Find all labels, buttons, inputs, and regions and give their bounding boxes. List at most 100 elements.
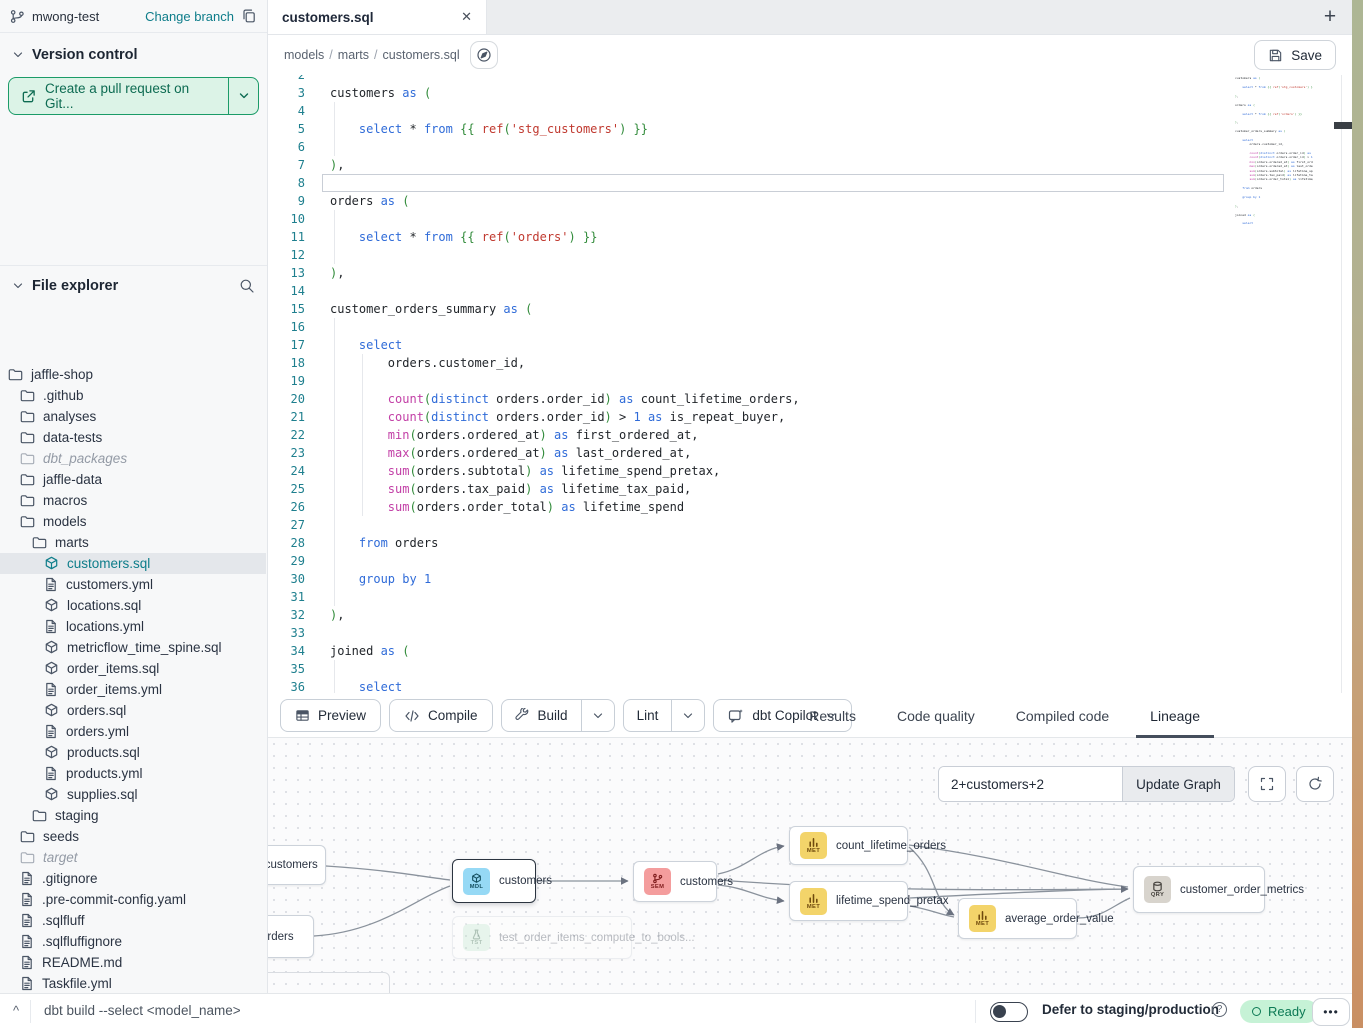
tree-item-data-tests[interactable]: data-tests [0, 427, 266, 448]
tree-item-models[interactable]: models [0, 511, 266, 532]
code-line-23[interactable]: 23 max(orders.ordered_at) as last_ordere… [268, 444, 800, 462]
code-editor[interactable]: 23customers as (45 select * from {{ ref(… [268, 75, 1352, 693]
create-pull-request-button[interactable]: Create a pull request on Git... [8, 77, 259, 115]
breadcrumb-item[interactable]: marts [338, 48, 369, 62]
tree-item-seeds[interactable]: seeds [0, 826, 266, 847]
new-tab-button[interactable]: + [1308, 0, 1352, 34]
tree-item-macros[interactable]: macros [0, 490, 266, 511]
code-line-21[interactable]: 21 count(distinct orders.order_id) > 1 a… [268, 408, 800, 426]
code-line-3[interactable]: 3customers as ( [268, 84, 800, 102]
tree-item-jaffle-shop[interactable]: jaffle-shop [0, 364, 266, 385]
expand-command-bar-button[interactable]: ^ [6, 1003, 26, 1021]
tree-item-metricflow-time-spine-sql[interactable]: metricflow_time_spine.sql [0, 637, 266, 658]
code-line-30[interactable]: 30 group by 1 [268, 570, 800, 588]
code-line-25[interactable]: 25 sum(orders.tax_paid) as lifetime_tax_… [268, 480, 800, 498]
code-line-11[interactable]: 11 select * from {{ ref('orders') }} [268, 228, 800, 246]
lineage-node-average_order_value[interactable]: METaverage_order_value [958, 898, 1077, 939]
save-button[interactable]: Save [1254, 40, 1336, 70]
tree-item-analyses[interactable]: analyses [0, 406, 266, 427]
panel-tab-compiled-code[interactable]: Compiled code [1014, 693, 1111, 738]
code-line-29[interactable]: 29 [268, 552, 800, 570]
code-line-31[interactable]: 31 [268, 588, 800, 606]
lineage-node-lifetime_spend_pretax[interactable]: METlifetime_spend_pretax [789, 881, 908, 921]
tree-item-products-sql[interactable]: products.sql [0, 742, 266, 763]
more-options-button[interactable]: ••• [1312, 998, 1350, 1026]
code-line-16[interactable]: 16 [268, 318, 800, 336]
fullscreen-button[interactable] [1248, 766, 1286, 802]
preview-button[interactable]: Preview [280, 699, 381, 732]
panel-tab-lineage[interactable]: Lineage [1148, 693, 1202, 738]
tree-item-readme-md[interactable]: README.md [0, 952, 266, 973]
tree-item-dbt-packages[interactable]: dbt_packages [0, 448, 266, 469]
lineage-node-ghost_partial[interactable] [268, 972, 390, 993]
lineage-selector-input[interactable] [939, 767, 1122, 801]
copy-icon[interactable] [241, 8, 257, 24]
breadcrumb-item[interactable]: customers.sql [383, 48, 460, 62]
tree-item-customers-yml[interactable]: customers.yml [0, 574, 266, 595]
close-icon[interactable]: ✕ [461, 9, 472, 25]
lineage-node-stg_customers[interactable]: stg_customers [268, 845, 326, 885]
tree-item-target[interactable]: target [0, 847, 266, 868]
tree-item-order-items-yml[interactable]: order_items.yml [0, 679, 266, 700]
code-line-33[interactable]: 33 [268, 624, 800, 642]
code-line-2[interactable]: 2 [268, 75, 800, 84]
build-button[interactable]: Build [502, 700, 581, 731]
code-line-12[interactable]: 12 [268, 246, 800, 264]
code-line-24[interactable]: 24 sum(orders.subtotal) as lifetime_spen… [268, 462, 800, 480]
code-line-17[interactable]: 17 select [268, 336, 800, 354]
change-branch-link[interactable]: Change branch [145, 9, 234, 24]
tree-item-orders-sql[interactable]: orders.sql [0, 700, 266, 721]
minimap[interactable]: 23customers as (45 select * from {{ ref(… [1233, 75, 1313, 352]
lint-button[interactable]: Lint [624, 700, 672, 731]
compile-button[interactable]: Compile [389, 699, 493, 732]
code-line-36[interactable]: 36 select [268, 678, 800, 693]
code-line-26[interactable]: 26 sum(orders.order_total) as lifetime_s… [268, 498, 800, 516]
refresh-button[interactable] [1296, 766, 1334, 802]
code-line-20[interactable]: 20 count(distinct orders.order_id) as co… [268, 390, 800, 408]
lineage-node-test_order_items[interactable]: TSTtest_order_items_compute_to_bools... [452, 916, 632, 959]
tree-item-order-items-sql[interactable]: order_items.sql [0, 658, 266, 679]
defer-toggle[interactable] [990, 1002, 1028, 1022]
version-control-header[interactable]: Version control [0, 33, 267, 73]
code-line-9[interactable]: 9orders as ( [268, 192, 800, 210]
lint-dropdown[interactable] [671, 700, 704, 731]
tree-item--sqlfluffignore[interactable]: .sqlfluffignore [0, 931, 266, 952]
code-line-13[interactable]: 13), [268, 264, 800, 282]
tree-item-staging[interactable]: staging [0, 805, 266, 826]
build-dropdown[interactable] [581, 700, 614, 731]
help-icon[interactable]: ? [1212, 1002, 1227, 1017]
lineage-node-customer_order_metrics[interactable]: QRYcustomer_order_metrics [1133, 866, 1265, 913]
code-line-27[interactable]: 27 [268, 516, 800, 534]
panel-tab-code-quality[interactable]: Code quality [895, 693, 977, 738]
code-line-5[interactable]: 5 select * from {{ ref('stg_customers') … [268, 120, 800, 138]
tab-customers-sql[interactable]: customers.sql ✕ [268, 0, 487, 34]
breadcrumb-item[interactable]: models [284, 48, 324, 62]
tree-item--pre-commit-config-yaml[interactable]: .pre-commit-config.yaml [0, 889, 266, 910]
tree-item-orders-yml[interactable]: orders.yml [0, 721, 266, 742]
code-line-7[interactable]: 7), [268, 156, 800, 174]
code-line-14[interactable]: 14 [268, 282, 800, 300]
command-input[interactable]: dbt build --select <model_name> [44, 1003, 241, 1018]
search-icon[interactable] [239, 278, 255, 294]
code-line-22[interactable]: 22 min(orders.ordered_at) as first_order… [268, 426, 800, 444]
code-line-19[interactable]: 19 [268, 372, 800, 390]
pr-button-dropdown[interactable] [228, 78, 258, 114]
tree-item-customers-sql[interactable]: customers.sql [0, 553, 266, 574]
code-line-10[interactable]: 10 [268, 210, 800, 228]
code-line-35[interactable]: 35 [268, 660, 800, 678]
code-line-34[interactable]: 34joined as ( [268, 642, 800, 660]
lineage-node-orders[interactable]: orders [268, 915, 314, 958]
file-explorer-header[interactable]: File explorer [0, 266, 267, 300]
lineage-node-count_lifetime_orders[interactable]: METcount_lifetime_orders [789, 826, 908, 865]
tree-item-products-yml[interactable]: products.yml [0, 763, 266, 784]
editor-scrollbar-thumb[interactable] [1334, 122, 1352, 129]
lineage-node-customers_model[interactable]: MDLcustomers [452, 859, 536, 903]
explore-lineage-button[interactable] [470, 41, 498, 69]
code-line-18[interactable]: 18 orders.customer_id, [268, 354, 800, 372]
code-line-8[interactable]: 8 [268, 174, 800, 192]
lineage-node-customers_semantic[interactable]: SEMcustomers [633, 861, 717, 902]
code-line-32[interactable]: 32), [268, 606, 800, 624]
tree-item-supplies-sql[interactable]: supplies.sql [0, 784, 266, 805]
tree-item-taskfile-yml[interactable]: Taskfile.yml [0, 973, 266, 993]
tree-item-jaffle-data[interactable]: jaffle-data [0, 469, 266, 490]
